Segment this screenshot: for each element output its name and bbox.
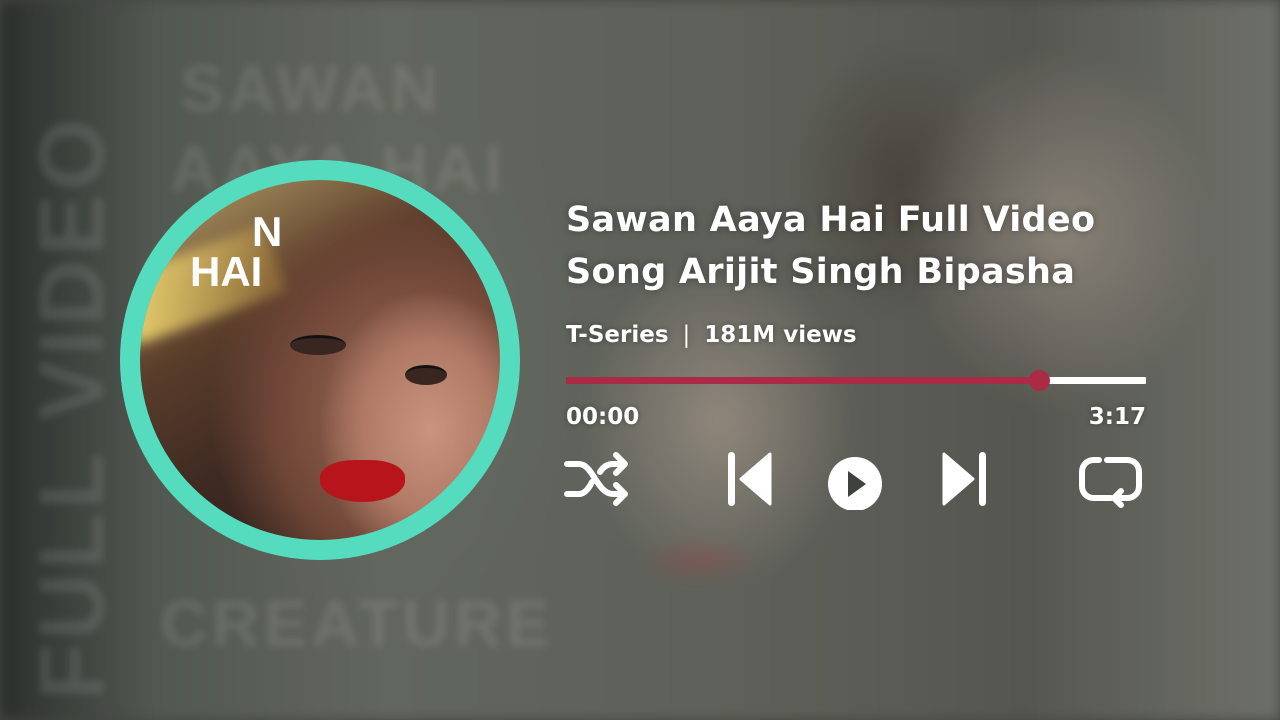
album-art-thumbnail: N HAI	[140, 180, 500, 540]
progress-thumb[interactable]	[1028, 370, 1050, 391]
repeat-icon	[1079, 457, 1142, 508]
previous-button[interactable]	[726, 448, 774, 510]
next-button[interactable]	[940, 448, 988, 510]
art-lips	[320, 460, 405, 502]
skip-next-icon	[942, 452, 986, 506]
progress-fill	[566, 377, 1039, 384]
skip-previous-icon	[728, 452, 772, 506]
album-art-text-line: N	[252, 208, 283, 255]
shuffle-icon	[564, 452, 628, 506]
channel-name[interactable]: T-Series	[566, 322, 669, 348]
art-eye	[290, 335, 346, 355]
album-art-ring: N HAI	[120, 160, 520, 560]
track-meta: T-Series | 181M views	[566, 322, 857, 348]
shuffle-button[interactable]	[563, 448, 631, 510]
meta-separator: |	[682, 322, 691, 348]
current-time: 00:00	[566, 404, 640, 430]
progress-bar[interactable]	[566, 370, 1146, 391]
album-art-text: N HAI	[190, 208, 283, 295]
play-icon	[828, 457, 882, 510]
play-button[interactable]	[826, 448, 884, 510]
view-count: 181M views	[704, 322, 857, 348]
music-player: FULL VIDEO SAWAN AAYA HAI CREATURE N HAI…	[0, 0, 1280, 720]
repeat-button[interactable]	[1077, 448, 1145, 510]
art-eye	[405, 365, 447, 385]
album-art-text-line: HAI	[190, 248, 263, 295]
total-time: 3:17	[1088, 404, 1146, 430]
track-title: Sawan Aaya Hai Full Video Song Arijit Si…	[566, 200, 1096, 292]
